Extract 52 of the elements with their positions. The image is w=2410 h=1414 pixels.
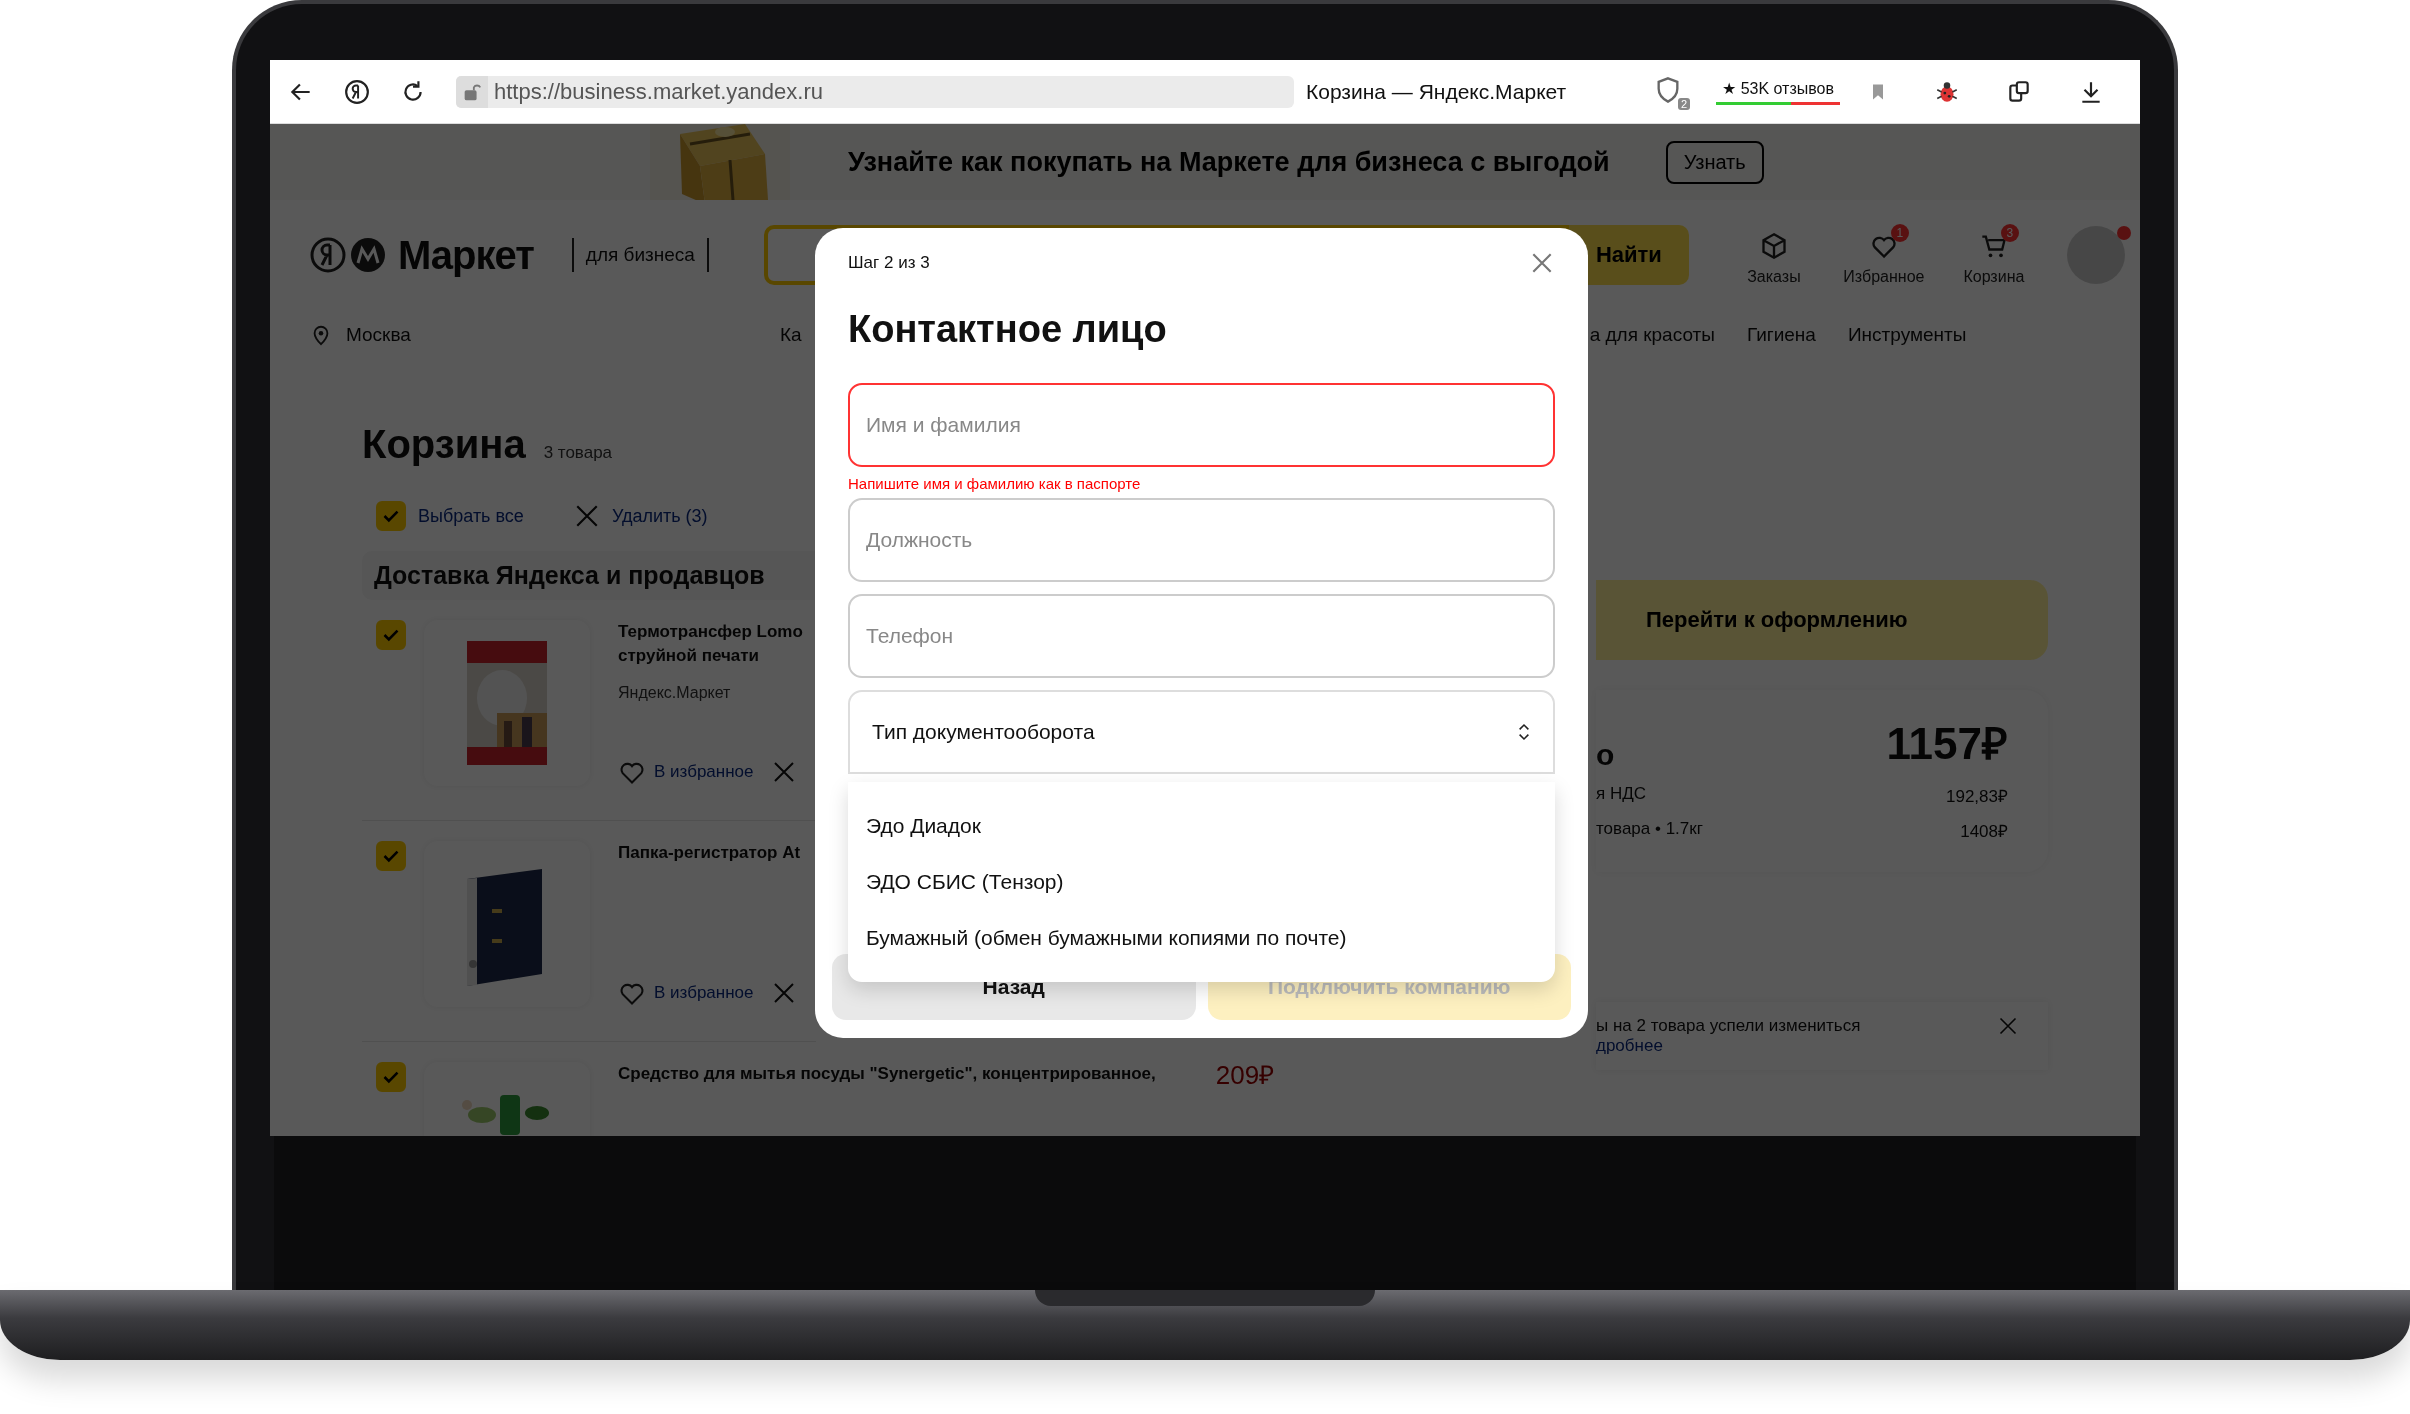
cart-button[interactable]: 3 Корзина [1948, 224, 2039, 286]
category-link[interactable]: Инструменты [1847, 324, 1967, 346]
extensions-icon[interactable] [2006, 78, 2032, 105]
modal-title: Контактное лицо [848, 308, 1168, 351]
orders-button[interactable]: Заказы [1728, 224, 1819, 286]
location-link[interactable]: Москва [346, 324, 411, 346]
select-all-link[interactable]: Выбрать все [418, 505, 524, 527]
box-icon[interactable] [1759, 232, 1788, 260]
close-icon[interactable] [771, 760, 796, 784]
cart-title: Корзина [362, 422, 526, 467]
category-link[interactable]: Ка [780, 324, 802, 346]
input-field[interactable]: Имя и фамилия [848, 383, 1555, 467]
page-title: Корзина — Яндекс.Маркет [1306, 79, 1567, 104]
input-field[interactable]: Должность [848, 498, 1555, 582]
dropdown-option[interactable]: ЭДО СБИС (Тензор) [848, 854, 1555, 910]
summary-label: я НДС [1596, 784, 1646, 805]
learn-button[interactable]: Узнать [1665, 140, 1764, 184]
delete-link[interactable]: Удалить (3) [611, 505, 708, 527]
close-icon[interactable] [1998, 1016, 2018, 1036]
category-link[interactable]: Гигиена [1746, 324, 1816, 346]
details-link[interactable]: дробнее [1596, 1036, 1861, 1056]
dropdown-option[interactable]: Эдо Диадок [848, 798, 1555, 854]
logo-text: Маркет [398, 232, 534, 278]
summary-value: 1408₽ [1960, 821, 2008, 842]
summary-label: товара • 1.7кг [1596, 819, 1703, 840]
product-title[interactable]: Термотрансфер Lomo струйной печати [618, 620, 803, 668]
product-title[interactable]: Папка-регистратор At [618, 841, 801, 865]
summary-value: 192,83₽ [1946, 786, 2008, 807]
select-field[interactable]: Тип документооборота [848, 690, 1555, 774]
reviews-button[interactable]: ★ 53K отзывов [1716, 78, 1840, 105]
favorite-link[interactable]: В избранное [654, 983, 754, 1003]
item-count: 3 товара [543, 443, 613, 463]
total-price: 1157₽ [1886, 718, 2008, 770]
category-link[interactable]: а для красоты [1589, 324, 1715, 346]
browser-logo-icon[interactable] [344, 78, 370, 105]
address-bar[interactable]: https://business.market.yandex.ru [456, 75, 1294, 108]
chevron-icon [1517, 721, 1531, 743]
favorites-button[interactable]: 1 Избранное [1838, 224, 1929, 286]
checkout-button[interactable]: Перейти к оформлению [1596, 580, 2048, 660]
promo-text: Узнайте как покупать на Маркете для бизнеса с выгодой [848, 146, 1610, 178]
seller-name: Яндекс.Маркет [618, 684, 732, 702]
favorite-link[interactable]: В избранное [654, 762, 754, 782]
logo-subtitle: для бизнеса [571, 238, 709, 272]
notice-text: ы на 2 товара успели измениться [1596, 1016, 1861, 1036]
input-field[interactable]: Телефон [848, 594, 1555, 678]
close-icon[interactable] [771, 981, 796, 1005]
price: 209₽ [1215, 1059, 1275, 1092]
total-label: о [1596, 738, 1615, 772]
error-message: Напишите имя и фамилию как в паспорте [848, 475, 1142, 492]
step-indicator: Шаг 2 из 3 [848, 253, 930, 273]
lock-icon[interactable] [456, 75, 488, 108]
product-title[interactable]: Средство для мытья посуды "Synergetic", концентрированное, [618, 1062, 1156, 1086]
